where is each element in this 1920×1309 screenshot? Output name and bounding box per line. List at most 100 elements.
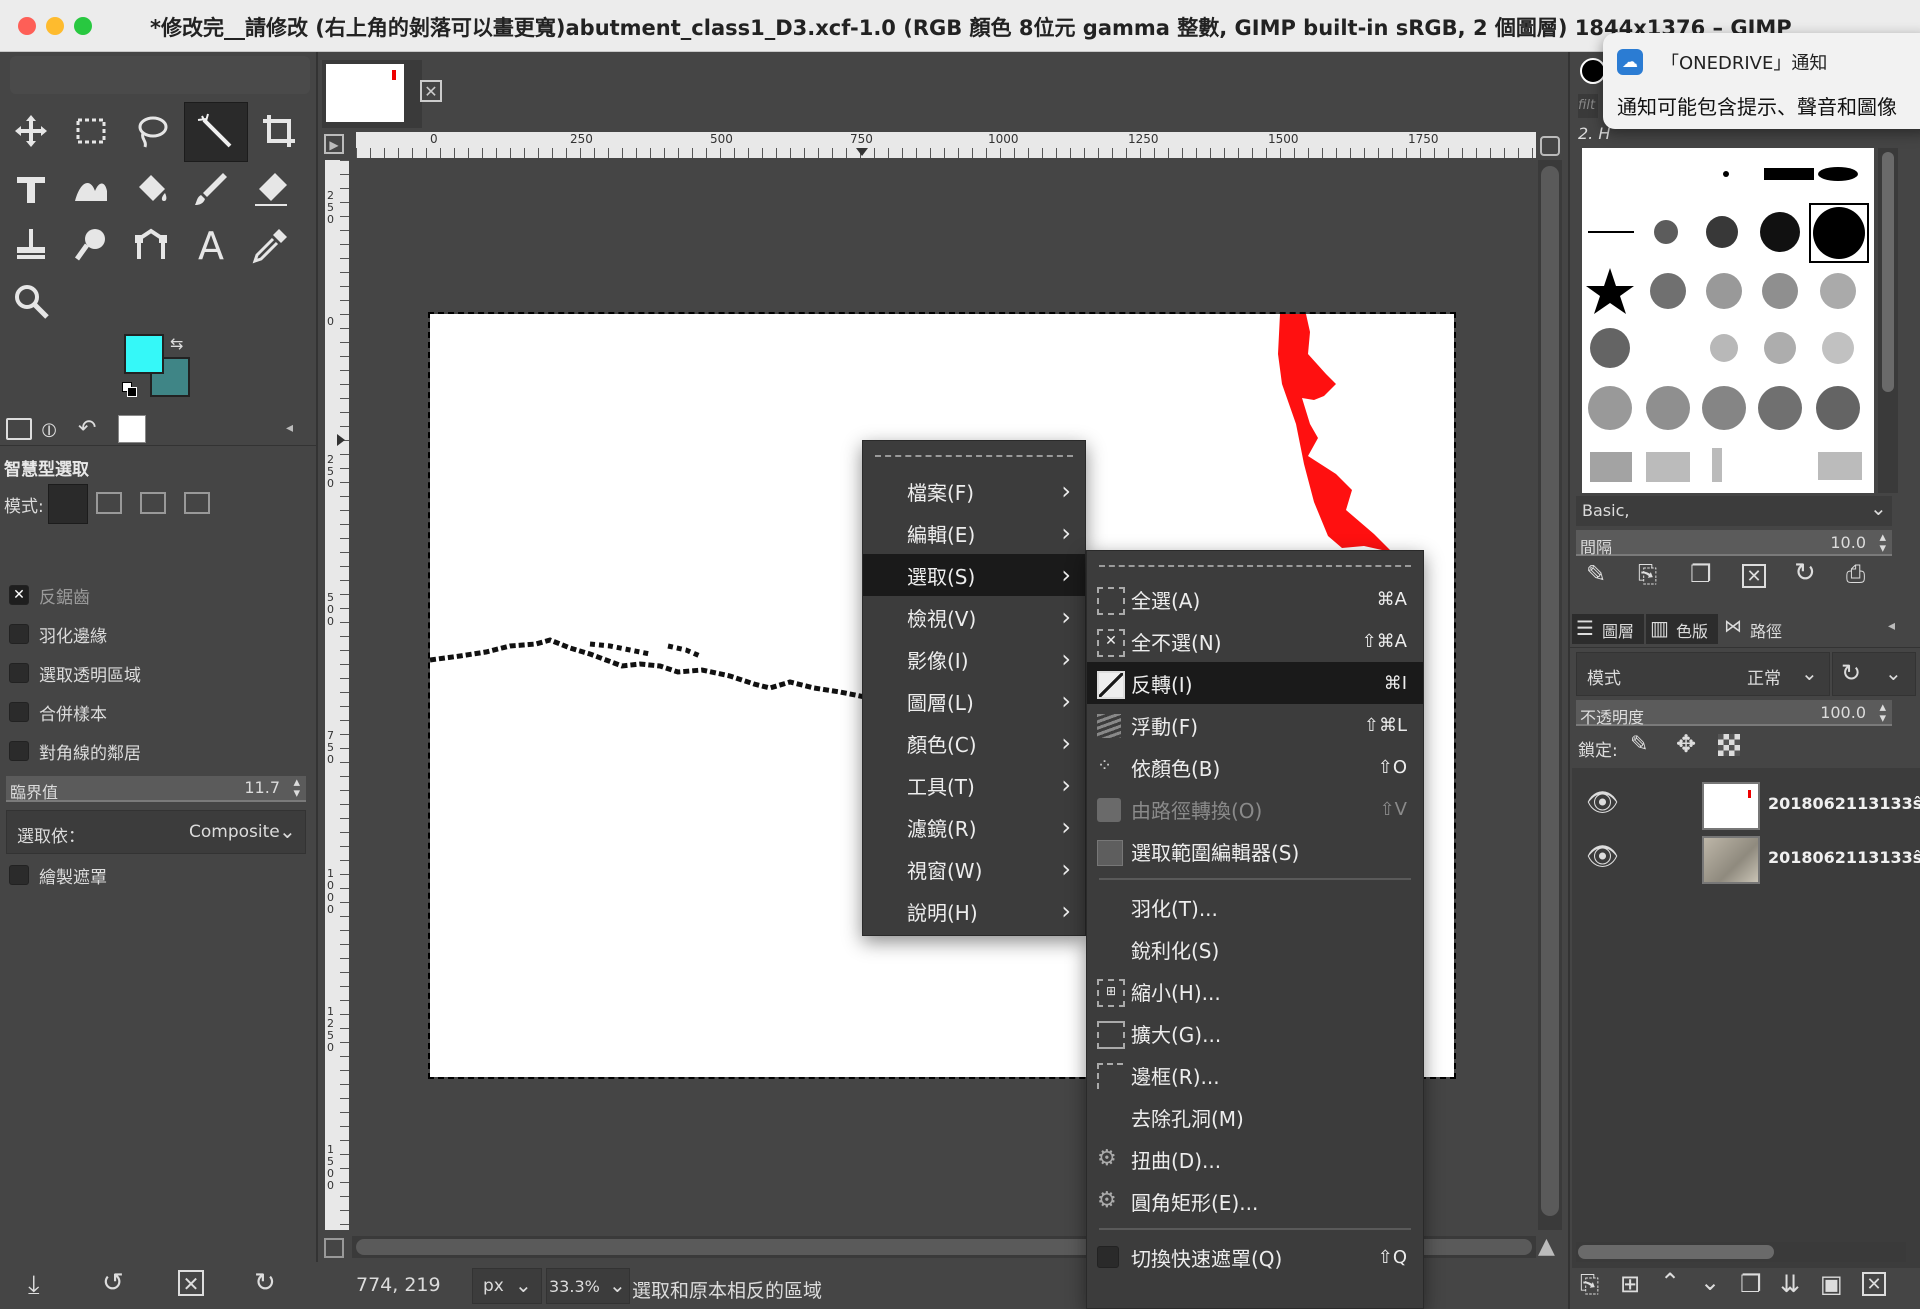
- navigate-icon[interactable]: ▲: [1538, 1234, 1562, 1259]
- save-options-icon[interactable]: ⤓: [28, 1270, 40, 1301]
- diagonal-checkbox[interactable]: [9, 741, 29, 761]
- draw-mask-checkbox[interactable]: [9, 865, 29, 885]
- zoom-fit-corner-icon[interactable]: [1540, 136, 1560, 156]
- select-transparent-row[interactable]: 選取透明區域: [0, 654, 316, 692]
- brush-grid[interactable]: [1582, 148, 1874, 493]
- menu-item-rounded-rect[interactable]: ⚙ 圓角矩形(E)...: [1087, 1180, 1423, 1222]
- onedrive-notification[interactable]: ☁ 「ONEDRIVE」通知 通知可能包含提示、聲音和圖像: [1603, 33, 1920, 129]
- crop-tool-button[interactable]: [252, 104, 306, 158]
- duplicate-brush-icon[interactable]: ❐: [1690, 560, 1712, 588]
- menu-item-select-all[interactable]: 全選(A) ⌘A: [1087, 578, 1423, 620]
- menu-item-shrink[interactable]: ⊞ 縮小(H)...: [1087, 970, 1423, 1012]
- menu-item-edit[interactable]: 編輯(E) ›: [863, 512, 1085, 554]
- smudge-tool-button[interactable]: [64, 218, 118, 272]
- feather-row[interactable]: 羽化邊緣: [0, 615, 316, 653]
- device-status-tab-icon[interactable]: ⦶: [42, 418, 68, 442]
- menu-item-feather[interactable]: 羽化(T)...: [1087, 886, 1423, 928]
- menu-item-layer[interactable]: 圖層(L) ›: [863, 680, 1085, 722]
- minimize-window-button[interactable]: [46, 17, 64, 35]
- close-tab-icon[interactable]: ✕: [420, 80, 442, 102]
- draw-mask-row[interactable]: 繪製遮罩: [0, 856, 316, 894]
- brush-as-image-icon[interactable]: ⎙: [1846, 560, 1865, 588]
- menu-item-select[interactable]: 選取(S) ›: [863, 554, 1085, 596]
- path-tool-button[interactable]: [124, 218, 178, 272]
- quick-mask-checkbox[interactable]: [1097, 1246, 1119, 1268]
- lasso-tool-button[interactable]: [124, 104, 178, 158]
- spin-arrows-icon[interactable]: ▴ ▾: [1879, 531, 1886, 555]
- layer-composite-combo[interactable]: ↻ ⌄: [1832, 652, 1916, 696]
- menu-item-windows[interactable]: 視窗(W) ›: [863, 848, 1085, 890]
- brush-preset-combo[interactable]: Basic, ⌄: [1576, 496, 1892, 526]
- dock-config-icon[interactable]: ◂: [1888, 618, 1904, 634]
- layer-mode-combo[interactable]: 模式 正常 ⌄: [1576, 652, 1830, 696]
- menu-item-help[interactable]: 說明(H) ›: [863, 890, 1085, 932]
- unit-combo[interactable]: px ⌄: [472, 1268, 542, 1304]
- menu-item-by-color[interactable]: ⁘ 依顏色(B) ⇧O: [1087, 746, 1423, 788]
- fuzzy-select-tool-button[interactable]: [184, 102, 248, 162]
- eraser-tool-button[interactable]: [244, 162, 298, 216]
- clone-tool-button[interactable]: [4, 218, 58, 272]
- vertical-ruler[interactable]: 2 5 0 0 2 5 0 5 0 0 7 5 0 1 0 0 0 1 2 5 …: [325, 160, 349, 1230]
- new-brush-icon[interactable]: ⎘: [1638, 560, 1657, 588]
- raise-layer-icon[interactable]: ⌃: [1660, 1268, 1680, 1296]
- mode-add-button[interactable]: [96, 492, 122, 514]
- image-tab[interactable]: [322, 60, 422, 128]
- reset-options-icon[interactable]: ↻: [254, 1268, 276, 1298]
- mode-subtract-button[interactable]: [140, 492, 166, 514]
- edit-brush-icon[interactable]: ✎: [1586, 560, 1606, 588]
- delete-layer-icon[interactable]: ✕: [1862, 1272, 1886, 1296]
- lock-pixels-icon[interactable]: ✎: [1630, 732, 1648, 757]
- zoom-tool-button[interactable]: [4, 274, 58, 328]
- menu-item-invert[interactable]: 反轉(I) ⌘I: [1087, 662, 1423, 704]
- menu-item-file[interactable]: 檔案(F) ›: [863, 470, 1085, 512]
- new-layer-group-icon[interactable]: ⎘: [1580, 1270, 1599, 1298]
- threshold-spinner[interactable]: 臨界值 11.7 ▴ ▾: [6, 776, 306, 802]
- dock-config-icon[interactable]: ◂: [286, 420, 302, 436]
- layer-opacity-spinner[interactable]: 不透明度 100.0 ▴ ▾: [1576, 700, 1892, 727]
- diagonal-row[interactable]: 對角線的鄰居: [0, 732, 316, 770]
- sample-merged-checkbox[interactable]: [9, 702, 29, 722]
- paintbrush-tool-button[interactable]: [184, 162, 238, 216]
- delete-options-icon[interactable]: ✕: [178, 1270, 204, 1296]
- move-tool-button[interactable]: [4, 104, 58, 158]
- bucket-fill-tool-button[interactable]: [124, 162, 178, 216]
- menu-item-colors[interactable]: 顏色(C) ›: [863, 722, 1085, 764]
- merge-layer-icon[interactable]: ⇊: [1780, 1270, 1800, 1298]
- layer-mask-icon[interactable]: ▣: [1820, 1270, 1843, 1298]
- mode-replace-button[interactable]: [48, 484, 88, 524]
- menu-item-filters[interactable]: 濾鏡(R) ›: [863, 806, 1085, 848]
- menu-item-selection-editor[interactable]: 選取範圍編輯器(S): [1087, 830, 1423, 872]
- lock-position-icon[interactable]: ✥: [1676, 730, 1696, 758]
- menu-item-image[interactable]: 影像(I) ›: [863, 638, 1085, 680]
- antialias-row[interactable]: ✕ 反鋸齒: [0, 576, 316, 614]
- brush-spacing-spinner[interactable]: 間隔 10.0 ▴ ▾: [1576, 530, 1892, 557]
- text-tool-button[interactable]: A: [184, 218, 238, 272]
- quick-mask-corner-icon[interactable]: ▶: [324, 134, 344, 154]
- tool-options-tab-icon[interactable]: [6, 418, 32, 440]
- tab-channels[interactable]: ▥ 色版: [1646, 614, 1718, 644]
- lock-alpha-icon[interactable]: [1718, 734, 1740, 756]
- menu-item-remove-holes[interactable]: 去除孔洞(M): [1087, 1096, 1423, 1138]
- foreground-color-swatch[interactable]: [124, 334, 164, 374]
- new-layer-icon[interactable]: ⊞: [1620, 1270, 1640, 1298]
- eye-icon[interactable]: 👁: [1586, 842, 1619, 872]
- menu-item-view[interactable]: 檢視(V) ›: [863, 596, 1085, 638]
- sample-merged-row[interactable]: 合併樣本: [0, 693, 316, 731]
- swap-colors-icon[interactable]: ⇆: [170, 335, 188, 353]
- spin-arrows-icon[interactable]: ▴ ▾: [293, 776, 300, 800]
- menu-item-tools[interactable]: 工具(T) ›: [863, 764, 1085, 806]
- warp-tool-button[interactable]: [64, 162, 118, 216]
- transform-tool-button[interactable]: [4, 162, 58, 216]
- tab-paths[interactable]: ⋈ 路徑: [1720, 614, 1792, 644]
- layer-list[interactable]: 👁 2018062113133ŝ 👁 2018062113133ŝ: [1572, 768, 1920, 1268]
- menu-item-sharpen[interactable]: 銳利化(S): [1087, 928, 1423, 970]
- default-colors-icon[interactable]: [122, 382, 138, 398]
- brush-grid-scrollbar[interactable]: [1878, 148, 1898, 493]
- select-transparent-checkbox[interactable]: [9, 663, 29, 683]
- undo-history-tab-icon[interactable]: ↶: [78, 416, 104, 441]
- restore-options-icon[interactable]: ↺: [102, 1268, 124, 1298]
- images-tab-icon[interactable]: [118, 415, 146, 443]
- menu-item-distort[interactable]: ⚙ 扭曲(D)...: [1087, 1138, 1423, 1180]
- color-picker-tool-button[interactable]: [244, 218, 298, 272]
- vertical-scroll-thumb[interactable]: [1541, 166, 1559, 1216]
